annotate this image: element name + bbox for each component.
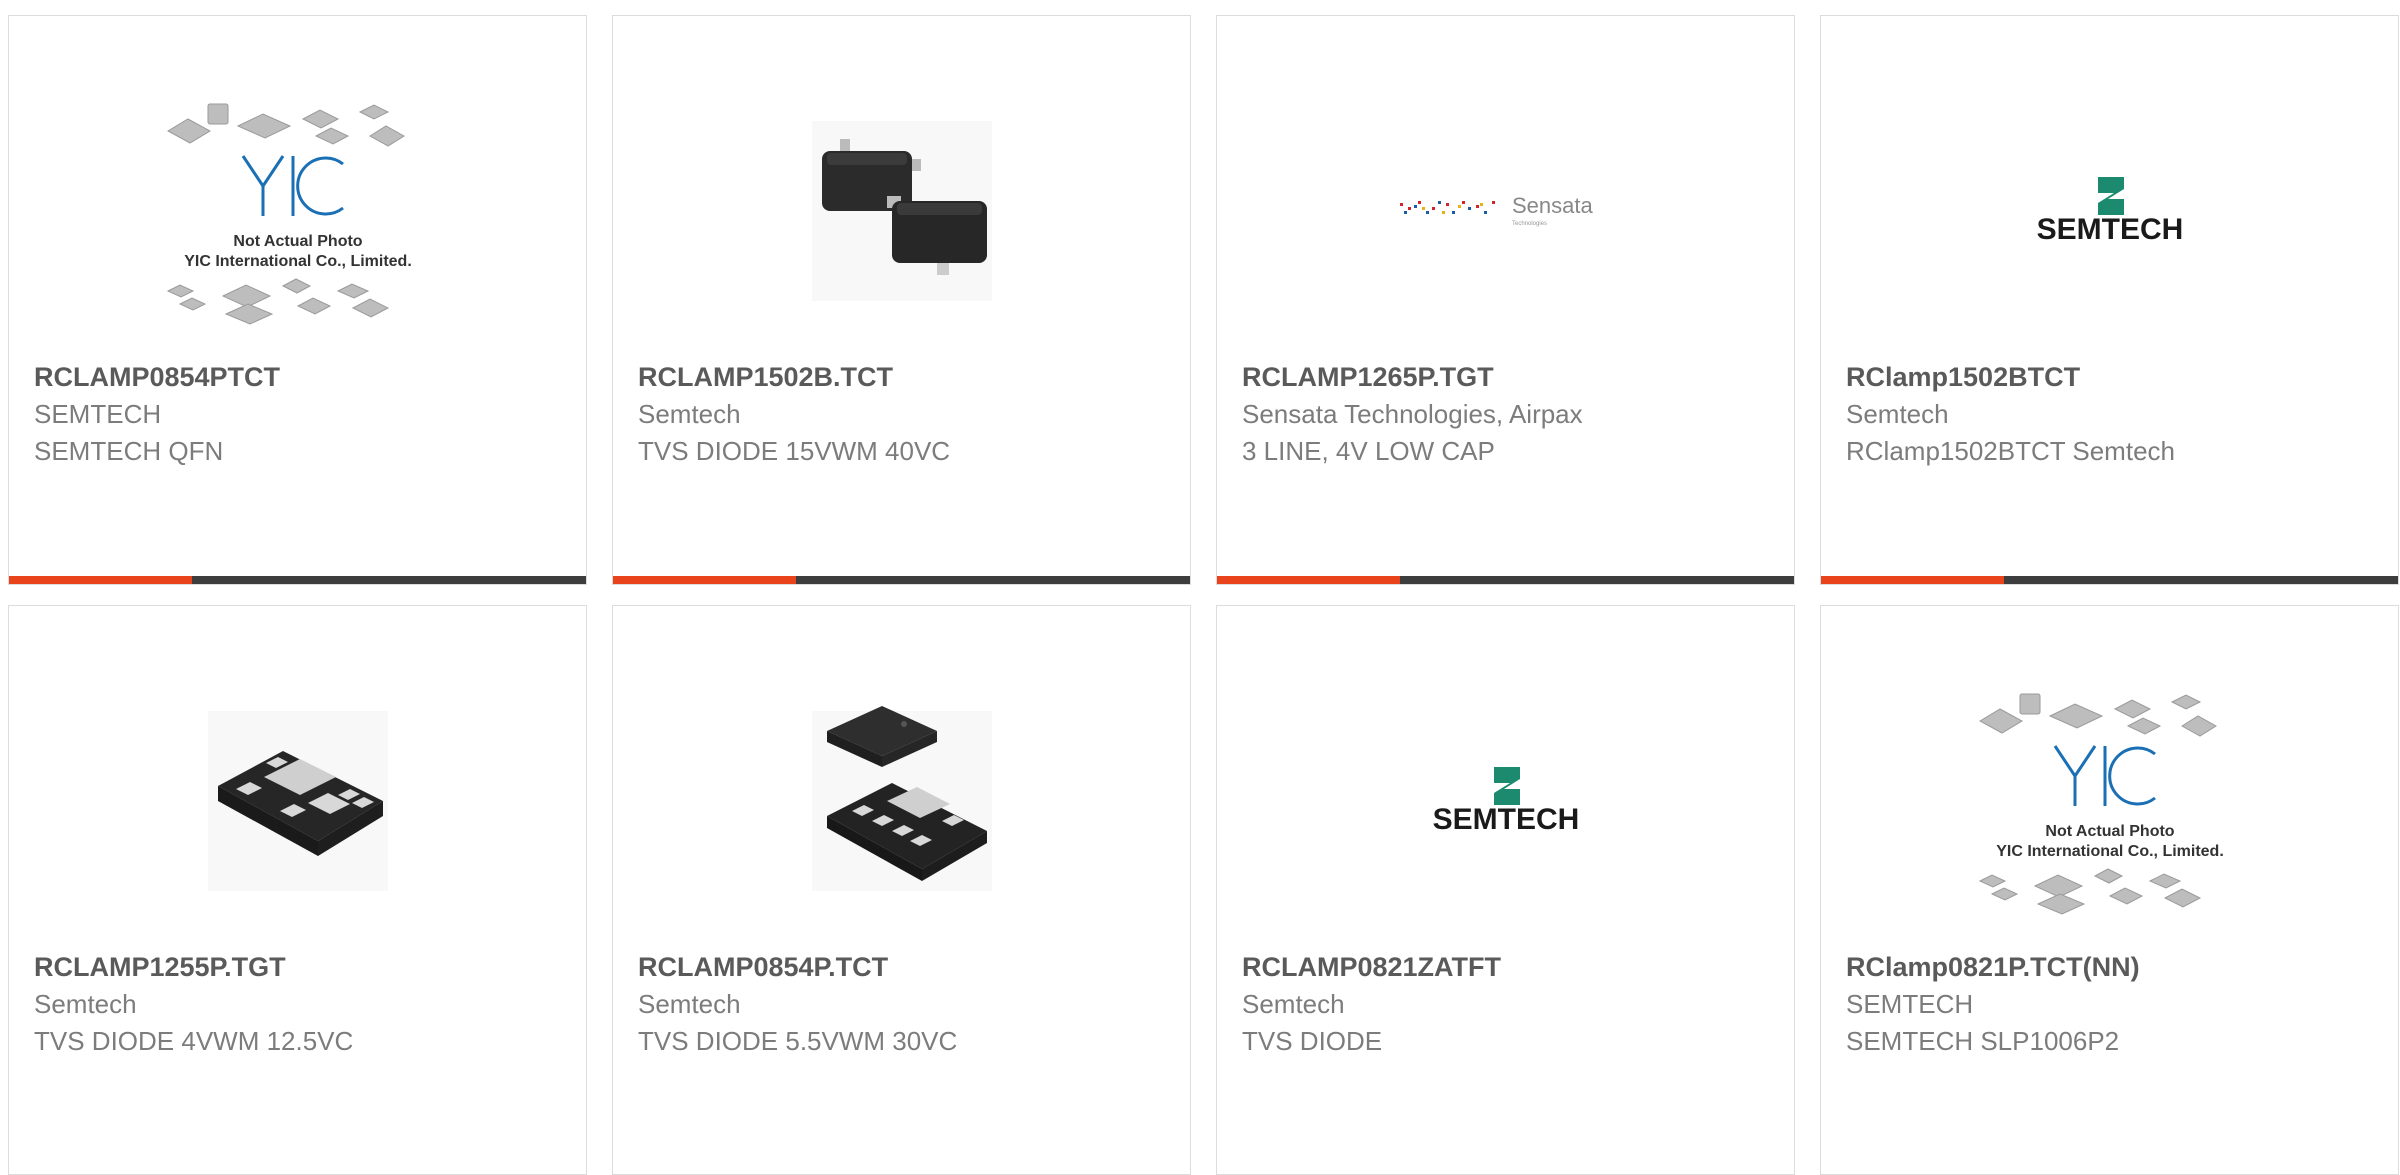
product-info: RClamp0821P.TCT(NN) SEMTECH SEMTECH SLP1…	[1846, 949, 2382, 1060]
product-card[interactable]: Sensata Technologies RCLAMP1265P.TGT Sen…	[1216, 15, 1795, 585]
card-bottom-bar	[1217, 576, 1794, 584]
description: RClamp1502BTCT Semtech	[1846, 436, 2175, 466]
product-card[interactable]: SEMTECH RCLAMP0821ZATFT Semtech TVS DIOD…	[1216, 605, 1795, 1175]
sensata-logo: Sensata Technologies	[1399, 193, 1593, 227]
part-number[interactable]: RCLAMP1502B.TCT	[638, 359, 1174, 396]
card-bar-accent	[1217, 576, 1400, 584]
product-image[interactable]	[9, 651, 586, 951]
slp-two-package-photo	[811, 706, 992, 891]
product-image[interactable]	[613, 651, 1190, 951]
manufacturer: Semtech	[638, 399, 741, 429]
product-grid: Not Actual Photo YIC International Co., …	[8, 15, 2399, 1175]
product-info: RCLAMP1255P.TGT Semtech TVS DIODE 4VWM 1…	[34, 949, 570, 1060]
manufacturer: SEMTECH	[34, 399, 162, 429]
manufacturer: Semtech	[638, 989, 741, 1019]
product-info: RCLAMP1265P.TGT Sensata Technologies, Ai…	[1242, 359, 1778, 470]
description: 3 LINE, 4V LOW CAP	[1242, 436, 1495, 466]
description: SEMTECH SLP1006P2	[1846, 1026, 2120, 1056]
semtech-logo: SEMTECH	[2036, 177, 2183, 246]
manufacturer: Semtech	[1242, 989, 1345, 1019]
product-image[interactable]: Not Actual Photo YIC International Co., …	[1821, 651, 2398, 951]
part-number[interactable]: RClamp0821P.TCT(NN)	[1846, 949, 2382, 986]
part-number[interactable]: RCLAMP0854P.TCT	[638, 949, 1174, 986]
svg-text:Technologies: Technologies	[1512, 221, 1547, 227]
svg-text:YIC International Co., Limited: YIC International Co., Limited.	[1996, 843, 2224, 860]
description: SEMTECH QFN	[34, 436, 224, 466]
part-number[interactable]: RCLAMP1255P.TGT	[34, 949, 570, 986]
card-bar-accent	[613, 576, 796, 584]
manufacturer: SEMTECH	[1846, 989, 1974, 1019]
product-card[interactable]: RCLAMP0854P.TCT Semtech TVS DIODE 5.5VWM…	[612, 605, 1191, 1175]
product-card[interactable]: Not Actual Photo YIC International Co., …	[1820, 605, 2399, 1175]
card-bottom-bar	[1821, 576, 2398, 584]
part-number[interactable]: RCLAMP1265P.TGT	[1242, 359, 1778, 396]
product-info: RCLAMP0854PTCT SEMTECH SEMTECH QFN	[34, 359, 570, 470]
card-bottom-bar	[613, 576, 1190, 584]
svg-text:Sensata: Sensata	[1512, 193, 1593, 218]
svg-text:YIC International Co., Limited: YIC International Co., Limited.	[184, 253, 412, 270]
svg-text:Not Actual Photo: Not Actual Photo	[2045, 823, 2174, 840]
product-card[interactable]: RCLAMP1502B.TCT Semtech TVS DIODE 15VWM …	[612, 15, 1191, 585]
manufacturer: Semtech	[34, 989, 137, 1019]
yic-placeholder-image: Not Actual Photo YIC International Co., …	[166, 103, 412, 325]
manufacturer: Semtech	[1846, 399, 1949, 429]
product-image[interactable]: SEMTECH	[1217, 651, 1794, 951]
product-info: RClamp1502BTCT Semtech RClamp1502BTCT Se…	[1846, 359, 2382, 470]
part-number[interactable]: RCLAMP0854PTCT	[34, 359, 570, 396]
product-card[interactable]: Not Actual Photo YIC International Co., …	[8, 15, 587, 585]
part-number[interactable]: RCLAMP0821ZATFT	[1242, 949, 1778, 986]
description: TVS DIODE 4VWM 12.5VC	[34, 1026, 354, 1056]
yic-placeholder-image: Not Actual Photo YIC International Co., …	[1978, 693, 2224, 915]
product-info: RCLAMP0854P.TCT Semtech TVS DIODE 5.5VWM…	[638, 949, 1174, 1060]
semtech-logo: SEMTECH	[1432, 767, 1579, 836]
product-image[interactable]: Sensata Technologies	[1217, 61, 1794, 361]
description: TVS DIODE 15VWM 40VC	[638, 436, 951, 466]
product-info: RCLAMP1502B.TCT Semtech TVS DIODE 15VWM …	[638, 359, 1174, 470]
product-image[interactable]: SEMTECH	[1821, 61, 2398, 361]
manufacturer: Sensata Technologies, Airpax	[1242, 399, 1583, 429]
card-bar-accent	[1821, 576, 2004, 584]
svg-text:SEMTECH: SEMTECH	[1432, 803, 1579, 836]
part-number[interactable]: RClamp1502BTCT	[1846, 359, 2382, 396]
description: TVS DIODE	[1242, 1026, 1383, 1056]
product-image[interactable]	[613, 61, 1190, 361]
card-bar-accent	[9, 576, 192, 584]
svg-text:SEMTECH: SEMTECH	[2036, 213, 2183, 246]
sot-package-photo	[811, 121, 992, 301]
description: TVS DIODE 5.5VWM 30VC	[638, 1026, 958, 1056]
slp-package-photo	[207, 711, 388, 891]
product-info: RCLAMP0821ZATFT Semtech TVS DIODE	[1242, 949, 1778, 1060]
product-card[interactable]: SEMTECH RClamp1502BTCT Semtech RClamp150…	[1820, 15, 2399, 585]
svg-text:Not Actual Photo: Not Actual Photo	[233, 233, 362, 250]
product-card[interactable]: RCLAMP1255P.TGT Semtech TVS DIODE 4VWM 1…	[8, 605, 587, 1175]
product-image[interactable]: Not Actual Photo YIC International Co., …	[9, 61, 586, 361]
card-bottom-bar	[9, 576, 586, 584]
